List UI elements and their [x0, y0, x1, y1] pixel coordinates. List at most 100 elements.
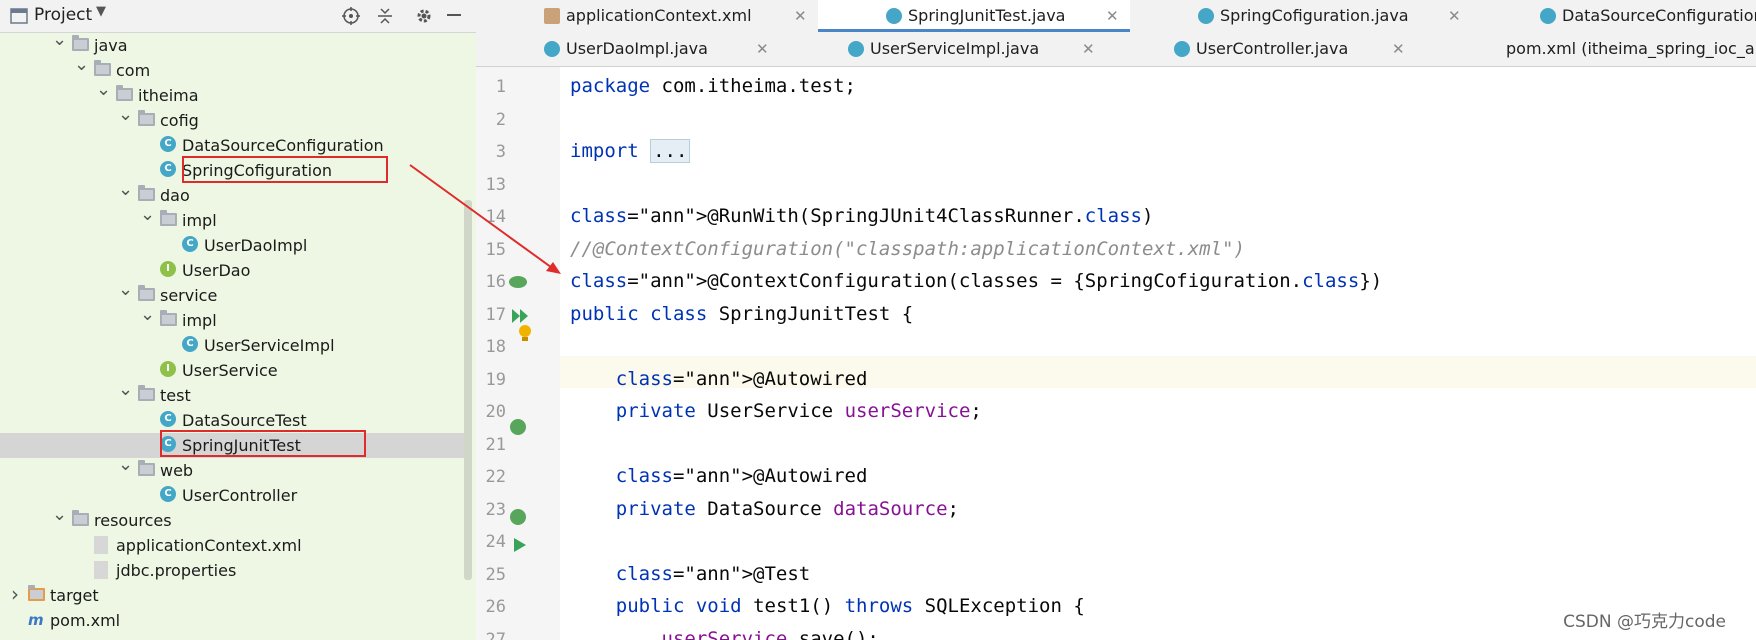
file-type-icon [1198, 8, 1214, 24]
class-icon: C [182, 336, 198, 352]
tree-item[interactable]: ⌄ com [0, 56, 466, 83]
tree-item[interactable]: I UserService [0, 358, 466, 383]
collapse-all-icon[interactable] [376, 7, 394, 25]
class-icon: C [160, 411, 176, 427]
tree-item[interactable]: ⌄ java [0, 31, 466, 58]
editor-tab[interactable]: SpringJunitTest.java ✕ [818, 0, 1130, 32]
tab-label: applicationContext.xml [566, 6, 752, 25]
project-title[interactable]: Project [34, 5, 92, 25]
line-number: 21 [485, 434, 506, 455]
props-file-icon [94, 561, 108, 579]
tree-item[interactable]: ⌄ impl [0, 206, 466, 233]
tree-item[interactable]: jdbc.properties [0, 558, 466, 583]
line-number: 1 [495, 77, 506, 97]
editor-tab[interactable]: applicationContext.xml ✕ [476, 0, 818, 32]
editor-tab[interactable]: UserServiceImpl.java ✕ [780, 33, 1106, 65]
tree-item[interactable]: ⌄ dao [0, 181, 466, 208]
tree-scrollbar[interactable] [464, 200, 472, 580]
minimize-icon[interactable] [447, 14, 461, 16]
interface-icon: I [160, 361, 176, 377]
bean-icon[interactable] [508, 273, 528, 295]
close-icon[interactable]: ✕ [794, 0, 807, 32]
highlight-box-springcofiguration [182, 156, 388, 183]
chevron-down-icon[interactable]: ⌄ [118, 456, 133, 474]
close-icon[interactable]: ✕ [1448, 0, 1461, 32]
line-number: 2 [495, 109, 506, 130]
line-number: 27 [485, 629, 506, 640]
tree-item[interactable]: C UserController [0, 483, 466, 508]
line-number: 13 [485, 174, 506, 195]
chevron-down-icon[interactable]: ⌄ [118, 181, 133, 199]
tree-item[interactable]: › target [0, 583, 466, 608]
chevron-down-icon[interactable]: ⌄ [52, 506, 67, 524]
tree-item-label: resources [94, 511, 172, 530]
tree-item[interactable]: ⌄ itheima [0, 81, 466, 108]
tree-item[interactable]: m pom.xml [0, 608, 466, 633]
tree-item-label: UserController [182, 486, 298, 505]
tree-item-label: DataSourceConfiguration [182, 136, 384, 155]
code-line: class="ann">@Test [615, 562, 811, 585]
chevron-down-icon[interactable]: ⌄ [118, 281, 133, 299]
close-icon[interactable]: ✕ [1392, 33, 1405, 65]
line-number: 18 [485, 337, 506, 357]
xml-file-icon [94, 536, 108, 554]
chevron-down-icon[interactable]: ⌄ [118, 381, 133, 399]
chevron-down-icon[interactable]: ⌄ [74, 56, 89, 74]
tree-item[interactable]: ⌄ test [0, 381, 466, 408]
folder-icon [138, 185, 155, 201]
line-number: 3 [495, 142, 506, 162]
close-icon[interactable]: ✕ [756, 33, 769, 65]
tree-item[interactable]: ⌄ cofig [0, 106, 466, 133]
line-number: 25 [485, 564, 506, 585]
tree-item[interactable]: applicationContext.xml [0, 533, 466, 558]
locate-icon[interactable] [342, 7, 360, 25]
tree-item[interactable]: I UserDao [0, 258, 466, 283]
tree-item[interactable]: ⌄ web [0, 456, 466, 483]
tree-item[interactable]: C DataSourceConfiguration [0, 133, 466, 158]
folder-icon [138, 285, 155, 301]
tree-item-label: itheima [138, 86, 199, 105]
chevron-down-icon[interactable]: ⌄ [96, 81, 111, 99]
chevron-down-icon[interactable]: ⌄ [52, 31, 67, 49]
line-number: 15 [485, 239, 506, 260]
gear-icon[interactable] [415, 7, 433, 25]
file-type-icon [848, 41, 864, 57]
close-icon[interactable]: ✕ [1106, 0, 1119, 29]
close-icon[interactable]: ✕ [1082, 33, 1095, 65]
tree-item[interactable]: ⌄ resources [0, 506, 466, 533]
tree-item[interactable]: ⌄ service [0, 281, 466, 308]
code-line: package com.itheima.test; [570, 75, 856, 97]
code-line: private DataSource dataSource; [615, 497, 959, 520]
chevron-down-icon[interactable]: ⌄ [140, 306, 155, 324]
tree-item[interactable]: ⌄ impl [0, 306, 466, 333]
class-icon: C [160, 161, 176, 177]
tab-label: UserServiceImpl.java [870, 39, 1040, 58]
code-editor[interactable]: 1 2 3 13 14 15 16 17 18 19 20 21 22 23 24 25 26 27 packag… [476, 67, 1756, 640]
code-line: public void test1() throws SQLException … [615, 595, 1085, 617]
editor-tabs: applicationContext.xml ✕ SpringJunitTest.j… [476, 0, 1756, 67]
editor-tab[interactable]: pom.xml (itheima_spring_ioc_anr [1416, 33, 1756, 65]
bean-navigate-icon[interactable] [508, 417, 528, 441]
project-tool-window: Project ▼ ⌄ java ⌄ com ⌄ itheima ⌄ cofig C DataSo… [0, 0, 476, 640]
tree-item-label: UserServiceImpl [204, 336, 335, 355]
interface-icon: I [160, 261, 176, 277]
tree-item-label: cofig [160, 111, 199, 130]
class-icon: C [182, 236, 198, 252]
file-type-icon [886, 8, 902, 24]
chevron-right-icon[interactable]: › [8, 583, 22, 605]
tree-item-label: test [160, 386, 191, 405]
chevron-down-icon[interactable]: ⌄ [140, 206, 155, 224]
tree-item[interactable]: C UserServiceImpl [0, 333, 466, 358]
chevron-down-icon[interactable]: ⌄ [118, 106, 133, 124]
editor-tab[interactable]: UserDaoImpl.java ✕ [476, 33, 780, 65]
editor-tab[interactable]: SpringCofiguration.java ✕ [1130, 0, 1472, 32]
bean-navigate-icon[interactable] [508, 507, 528, 531]
code-line: private UserService userService; [615, 400, 982, 422]
tree-item[interactable]: C UserDaoImpl [0, 233, 466, 258]
bulb-icon[interactable] [518, 324, 532, 348]
editor-tab[interactable]: DataSourceConfiguration.j [1472, 0, 1756, 32]
editor-tab[interactable]: UserController.java ✕ [1106, 33, 1416, 65]
chevron-down-icon[interactable]: ▼ [96, 4, 106, 19]
folder-icon [72, 510, 89, 526]
run-test-icon[interactable] [512, 536, 528, 558]
